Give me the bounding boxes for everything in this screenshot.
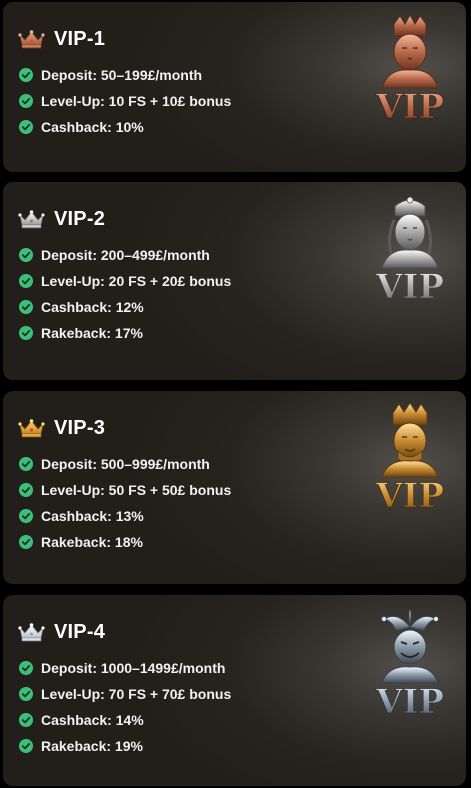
crown-icon bbox=[18, 30, 45, 49]
tier-title: VIP-4 bbox=[54, 620, 106, 643]
vip-badge-icon: VIP bbox=[368, 607, 452, 723]
perk-item: Level-Up: 50 FS + 50£ bonus bbox=[19, 477, 231, 503]
check-circle-icon bbox=[19, 274, 33, 288]
badge-text: VIP bbox=[375, 476, 444, 516]
perk-item: Level-Up: 10 FS + 10£ bonus bbox=[19, 88, 231, 114]
perk-label: Rakeback: 17% bbox=[41, 325, 143, 341]
perk-label: Cashback: 12% bbox=[41, 299, 144, 315]
vip-badge-icon: VIP bbox=[368, 403, 452, 519]
perk-item: Rakeback: 19% bbox=[19, 733, 231, 759]
vip-badge-icon: VIP bbox=[368, 14, 452, 130]
perk-item: Level-Up: 70 FS + 70£ bonus bbox=[19, 681, 231, 707]
perk-item: Deposit: 50–199£/month bbox=[19, 62, 231, 88]
perk-label: Deposit: 500–999£/month bbox=[41, 456, 210, 472]
perk-item: Cashback: 10% bbox=[19, 114, 231, 140]
perk-item: Deposit: 200–499£/month bbox=[19, 242, 231, 268]
check-circle-icon bbox=[19, 483, 33, 497]
crown-icon bbox=[18, 210, 45, 229]
tier-header: VIP-4 bbox=[18, 618, 105, 646]
perk-item: Cashback: 12% bbox=[19, 294, 231, 320]
perk-label: Cashback: 10% bbox=[41, 119, 144, 135]
tier-title: VIP-1 bbox=[54, 27, 106, 50]
check-circle-icon bbox=[19, 120, 33, 134]
check-circle-icon bbox=[19, 248, 33, 262]
perk-list: Deposit: 50–199£/month Level-Up: 10 FS +… bbox=[19, 62, 231, 140]
perk-label: Level-Up: 10 FS + 10£ bonus bbox=[41, 93, 232, 109]
check-circle-icon bbox=[19, 326, 33, 340]
perk-item: Rakeback: 17% bbox=[19, 320, 231, 346]
check-circle-icon bbox=[19, 457, 33, 471]
tier-title: VIP-3 bbox=[54, 416, 106, 439]
perk-label: Cashback: 14% bbox=[41, 712, 144, 728]
perk-label: Cashback: 13% bbox=[41, 508, 144, 524]
perk-label: Rakeback: 19% bbox=[41, 738, 143, 754]
perk-label: Deposit: 200–499£/month bbox=[41, 247, 210, 263]
check-circle-icon bbox=[19, 661, 33, 675]
perk-label: Level-Up: 20 FS + 20£ bonus bbox=[41, 273, 232, 289]
perk-label: Level-Up: 70 FS + 70£ bonus bbox=[41, 686, 232, 702]
perk-label: Rakeback: 18% bbox=[41, 534, 143, 550]
perk-list: Deposit: 200–499£/month Level-Up: 20 FS … bbox=[19, 242, 231, 346]
check-circle-icon bbox=[19, 687, 33, 701]
perk-item: Deposit: 500–999£/month bbox=[19, 451, 231, 477]
vip-tier-list: VIP-1 Deposit: 50–199£/month Level-Up: 1… bbox=[0, 0, 471, 788]
perk-item: Cashback: 13% bbox=[19, 503, 231, 529]
perk-label: Deposit: 50–199£/month bbox=[41, 67, 203, 83]
check-circle-icon bbox=[19, 713, 33, 727]
check-circle-icon bbox=[19, 300, 33, 314]
vip-tier-card: VIP-4 Deposit: 1000–1499£/month Level-Up… bbox=[3, 595, 466, 786]
check-circle-icon bbox=[19, 509, 33, 523]
crown-icon bbox=[18, 623, 45, 642]
vip-tier-card: VIP-2 Deposit: 200–499£/month Level-Up: … bbox=[3, 182, 466, 380]
crown-icon bbox=[18, 419, 45, 438]
tier-title: VIP-2 bbox=[54, 207, 106, 230]
perk-item: Rakeback: 18% bbox=[19, 529, 231, 555]
vip-tier-card: VIP-3 Deposit: 500–999£/month Level-Up: … bbox=[3, 391, 466, 584]
check-circle-icon bbox=[19, 94, 33, 108]
perk-list: Deposit: 1000–1499£/month Level-Up: 70 F… bbox=[19, 655, 231, 759]
badge-text: VIP bbox=[375, 267, 444, 307]
perk-item: Level-Up: 20 FS + 20£ bonus bbox=[19, 268, 231, 294]
perk-list: Deposit: 500–999£/month Level-Up: 50 FS … bbox=[19, 451, 231, 555]
badge-text: VIP bbox=[375, 87, 444, 127]
badge-text: VIP bbox=[375, 682, 444, 722]
perk-label: Deposit: 1000–1499£/month bbox=[41, 660, 226, 676]
tier-header: VIP-1 bbox=[18, 25, 105, 53]
check-circle-icon bbox=[19, 68, 33, 82]
tier-header: VIP-3 bbox=[18, 414, 105, 442]
tier-header: VIP-2 bbox=[18, 205, 105, 233]
perk-label: Level-Up: 50 FS + 50£ bonus bbox=[41, 482, 232, 498]
vip-badge-icon: VIP bbox=[368, 194, 452, 310]
vip-tier-card: VIP-1 Deposit: 50–199£/month Level-Up: 1… bbox=[3, 2, 466, 172]
check-circle-icon bbox=[19, 535, 33, 549]
perk-item: Deposit: 1000–1499£/month bbox=[19, 655, 231, 681]
check-circle-icon bbox=[19, 739, 33, 753]
perk-item: Cashback: 14% bbox=[19, 707, 231, 733]
